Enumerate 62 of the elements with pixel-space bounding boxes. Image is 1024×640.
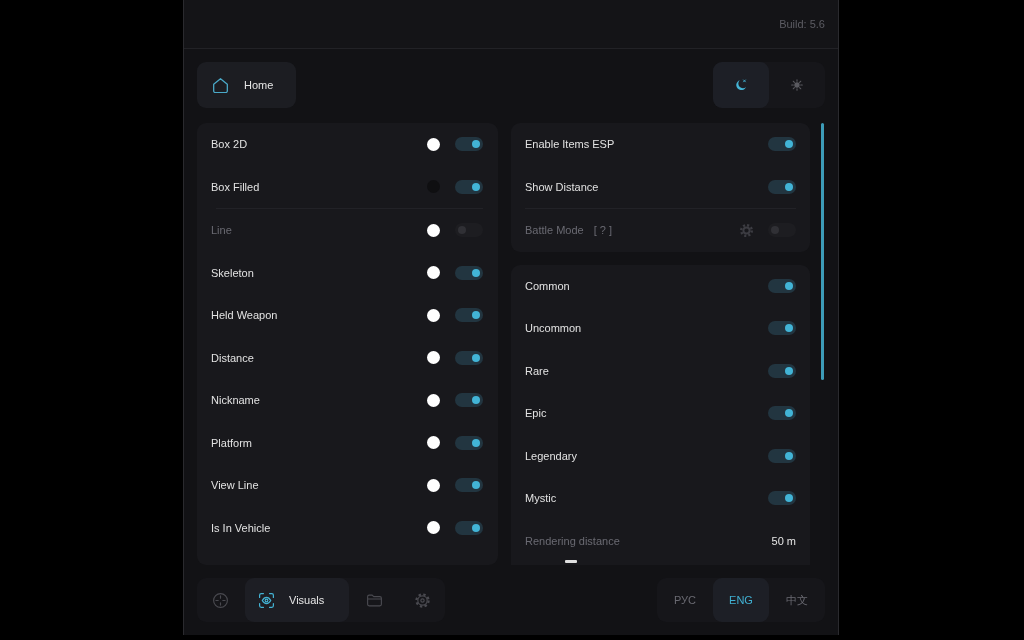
swatch-icon[interactable]	[427, 266, 440, 280]
swatch-icon[interactable]	[427, 308, 440, 322]
toggle-switch[interactable]	[455, 265, 483, 280]
dash-icon	[565, 559, 577, 563]
toggle-switch[interactable]	[768, 491, 796, 506]
toggle-switch[interactable]	[768, 179, 796, 194]
setting-label: Enable Items ESP	[525, 137, 616, 152]
language-button[interactable]: 中文	[769, 578, 825, 622]
language-button[interactable]: РУС	[657, 578, 713, 622]
swatch-icon[interactable]	[427, 393, 440, 407]
build-version: Build: 5.6	[779, 18, 825, 30]
swatch-icon[interactable]	[427, 137, 440, 151]
home-icon	[213, 77, 228, 93]
toggle-switch[interactable]	[455, 179, 483, 194]
setting-label: Uncommon	[525, 321, 583, 336]
setting-label: Box 2D	[211, 137, 249, 152]
setting-label: Box Filled	[211, 179, 261, 194]
settings-icon	[414, 592, 430, 608]
toggle-switch[interactable]	[455, 520, 483, 535]
crosshair-icon	[212, 592, 228, 608]
scrollbar-thumb[interactable]	[821, 123, 824, 380]
setting-label: View Line	[211, 478, 260, 493]
setting-label: Common	[525, 278, 571, 293]
setting-label: Mystic	[525, 491, 558, 506]
toggle-switch[interactable]	[455, 478, 483, 493]
setting-label: Distance	[211, 350, 255, 365]
toggle-switch[interactable]	[455, 308, 483, 323]
home-button[interactable]: Home	[197, 62, 296, 108]
toggle-switch[interactable]	[768, 321, 796, 336]
settings-icon	[740, 223, 753, 237]
toggle-switch[interactable]	[455, 393, 483, 408]
setting-label: Show Distance	[525, 179, 600, 194]
setting-label: Battle Mode	[525, 223, 584, 238]
setting-label: Rendering distance	[525, 533, 621, 548]
toggle-switch[interactable]	[768, 448, 796, 463]
setting-label: Held Weapon	[211, 308, 279, 323]
setting-label: Epic	[525, 406, 548, 421]
nav-tab[interactable]: Visuals	[245, 578, 349, 622]
eye-scan-icon	[259, 592, 274, 608]
swatch-icon[interactable]	[427, 436, 440, 450]
setting-label: Is In Vehicle	[211, 520, 272, 535]
toggle-switch[interactable]	[768, 363, 796, 378]
toggle-switch[interactable]	[768, 406, 796, 421]
moon-icon	[735, 79, 747, 91]
setting-label: Line	[211, 223, 233, 238]
setting-label: Platform	[211, 435, 253, 450]
toggle-switch[interactable]	[768, 137, 796, 152]
toggle-switch[interactable]	[455, 435, 483, 450]
swatch-icon[interactable]	[427, 351, 440, 365]
language-button[interactable]: ENG	[713, 578, 769, 622]
distance-value: 50 m	[771, 533, 796, 548]
setting-label: Nickname	[211, 393, 261, 408]
setting-label: Rare	[525, 363, 550, 378]
sun-icon	[791, 79, 803, 91]
setting-label: Skeleton	[211, 265, 255, 280]
toggle-switch[interactable]	[455, 350, 483, 365]
folder-icon	[366, 592, 382, 608]
toggle-switch[interactable]	[455, 137, 483, 152]
setting-label: Legendary	[525, 448, 578, 463]
toggle-switch[interactable]	[768, 278, 796, 293]
swatch-icon[interactable]	[427, 521, 440, 535]
swatch-icon[interactable]	[427, 478, 440, 492]
